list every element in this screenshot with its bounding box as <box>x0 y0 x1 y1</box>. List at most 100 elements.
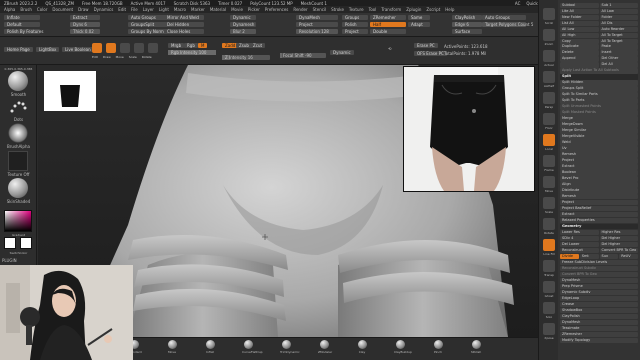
thick-slider[interactable]: Thick 0.02 <box>70 29 100 34</box>
brush-zmodeler-button[interactable]: ZModeler <box>318 340 332 354</box>
tool-panel-item[interactable]: Project <box>560 200 638 206</box>
frame-icon[interactable] <box>543 155 555 167</box>
brush-clay-button[interactable]: Clay <box>356 340 368 354</box>
tool-panel-item[interactable]: Align <box>560 182 638 188</box>
xpose-icon[interactable] <box>543 323 555 335</box>
menu-tool[interactable]: Tool <box>369 7 377 12</box>
zcut-button[interactable]: Zcut <box>250 43 266 48</box>
tool-panel-item[interactable]: Split Hidden <box>560 80 638 86</box>
m-button[interactable]: M <box>198 43 208 48</box>
tool-panel-button[interactable]: Smt <box>579 253 599 260</box>
menu-texture[interactable]: Texture <box>349 7 364 12</box>
tool-panel-button[interactable]: All High <box>560 32 599 38</box>
tool-panel-item[interactable]: MergeDown <box>560 122 638 128</box>
tool-panel-button[interactable]: Append <box>560 56 599 62</box>
tool-panel-item[interactable]: Groups Split <box>560 86 638 92</box>
texture-off-icon[interactable] <box>8 151 28 171</box>
color-picker[interactable] <box>4 210 32 232</box>
draw-icon[interactable] <box>106 43 116 53</box>
dots-stroke-icon[interactable] <box>8 97 28 117</box>
scale-icon[interactable] <box>543 197 555 209</box>
tool-panel-item[interactable]: Extract <box>560 212 638 218</box>
menu-zplugin[interactable]: Zplugin <box>406 7 421 12</box>
tool-panel-button[interactable]: Duplicate <box>560 44 599 50</box>
tool-panel-item[interactable]: Remesh <box>560 152 638 158</box>
close-holes-button[interactable]: Close Holes <box>164 29 204 34</box>
ac-button[interactable]: AC <box>515 1 520 6</box>
tool-panel-item[interactable]: Convert BPR To Geo <box>560 271 638 278</box>
tool-panel-button[interactable]: Del Other <box>599 56 638 62</box>
move-icon[interactable] <box>120 43 130 53</box>
menu-file[interactable]: File <box>131 7 138 12</box>
tool-panel-button[interactable]: Sub 1 <box>599 2 638 8</box>
tool-panel-item[interactable]: Prep Prisme <box>560 283 638 290</box>
ofs-erase-pc-button[interactable]: OFS Erase PC <box>414 51 447 56</box>
dyns-slider[interactable]: Dyns 6 <box>70 22 100 27</box>
tool-panel-item[interactable]: Relaxed Properties <box>560 218 638 224</box>
extract-button[interactable]: Extract <box>70 15 100 20</box>
replay-icon[interactable]: ⟲ <box>388 46 391 51</box>
tool-panel-button[interactable]: Del Lower <box>560 241 599 248</box>
tool-panel-item[interactable]: Geometry <box>560 224 638 230</box>
tool-panel-button[interactable]: Del All <box>599 62 638 68</box>
tool-panel-button[interactable]: Lower Res <box>560 230 599 236</box>
tool-panel-item[interactable]: Boolean <box>560 170 638 176</box>
zremesher-button[interactable]: ZRemesher <box>370 15 406 20</box>
mrgb-button[interactable]: Mrgb <box>168 43 185 48</box>
tool-panel-button[interactable]: Suv <box>599 253 619 260</box>
tool-panel-item[interactable]: Apply Last Action To All Subtools <box>560 68 638 74</box>
blur-slider[interactable]: Blur 2 <box>230 29 256 34</box>
tool-panel-button[interactable]: Del Higher <box>599 241 638 248</box>
groups-toggle[interactable]: Groups <box>342 15 368 20</box>
tool-panel-button[interactable]: Higher Res <box>599 230 638 236</box>
tool-panel-button[interactable]: New Folder <box>560 14 599 20</box>
scale-icon[interactable] <box>134 43 144 53</box>
tool-panel-item[interactable]: Project BasRelief <box>560 206 638 212</box>
menu-stencil[interactable]: Stencil <box>313 7 327 12</box>
reference-image[interactable] <box>403 66 535 192</box>
default-button[interactable]: Default <box>4 22 40 27</box>
menu-color[interactable]: Color <box>37 7 47 12</box>
claypolish-button[interactable]: ClayPolish <box>452 15 482 20</box>
tool-panel-button[interactable]: Insert <box>599 50 638 56</box>
brush-alpha-icon[interactable] <box>8 123 28 143</box>
brush-trimdynamic-button[interactable]: TrimDynamic <box>280 340 300 354</box>
persp-icon[interactable] <box>543 92 555 104</box>
menu-preferences[interactable]: Preferences <box>265 7 289 12</box>
scroll-icon[interactable] <box>543 8 555 20</box>
half-button[interactable]: Half <box>370 22 406 27</box>
tool-panel-item[interactable]: Split Unmasked Points <box>560 104 638 110</box>
del-hidden-button[interactable]: Del Hidden <box>164 22 204 27</box>
brush-inflat-button[interactable]: Inflat <box>204 340 216 354</box>
tool-panel-button[interactable]: List All <box>560 20 599 26</box>
actual-icon[interactable] <box>543 50 555 62</box>
tool-panel-item[interactable]: Uv <box>560 146 638 152</box>
floor-icon[interactable] <box>543 113 555 125</box>
tool-panel-button[interactable]: Reconstruct <box>560 247 599 254</box>
tool-panel-item[interactable]: Split To Parts <box>560 98 638 104</box>
tool-panel-item[interactable]: Tessimate <box>560 325 638 332</box>
menu-brush[interactable]: Brush <box>20 7 32 12</box>
tool-panel-item[interactable]: Distribute <box>560 188 638 194</box>
tool-panel-button[interactable]: Freeze SubDivision Levels <box>560 259 638 266</box>
transp-icon[interactable] <box>543 260 555 272</box>
menu-material[interactable]: Material <box>210 7 226 12</box>
material-sphere-icon[interactable] <box>8 178 28 198</box>
tool-panel-item[interactable]: Crease <box>560 301 638 308</box>
tool-panel-button[interactable]: All To Target <box>599 38 638 44</box>
edit-icon[interactable] <box>92 43 102 53</box>
tool-panel-button[interactable]: Copy <box>560 38 599 44</box>
tool-panel-item[interactable]: Bevel Pro <box>560 176 638 182</box>
tool-panel-button[interactable]: Delete <box>560 50 599 56</box>
tool-panel-item[interactable]: MergeVisible <box>560 134 638 140</box>
auto-groups-toggle[interactable]: Auto Groups <box>482 15 526 20</box>
tool-panel-button[interactable]: Del Higher <box>599 235 638 242</box>
tool-panel-button[interactable]: Folder <box>599 14 638 20</box>
lightbox-button[interactable]: LightBox <box>36 47 60 52</box>
dynamesh-main-button[interactable]: DynaMesh <box>296 15 338 20</box>
tool-panel-item[interactable]: Split Masked Points <box>560 110 638 116</box>
solo-icon[interactable] <box>543 302 555 314</box>
project-button[interactable]: Project <box>296 22 338 27</box>
brush-hpolish-button[interactable]: hPolish <box>470 340 482 354</box>
tool-panel-button[interactable]: All Low <box>560 26 599 32</box>
